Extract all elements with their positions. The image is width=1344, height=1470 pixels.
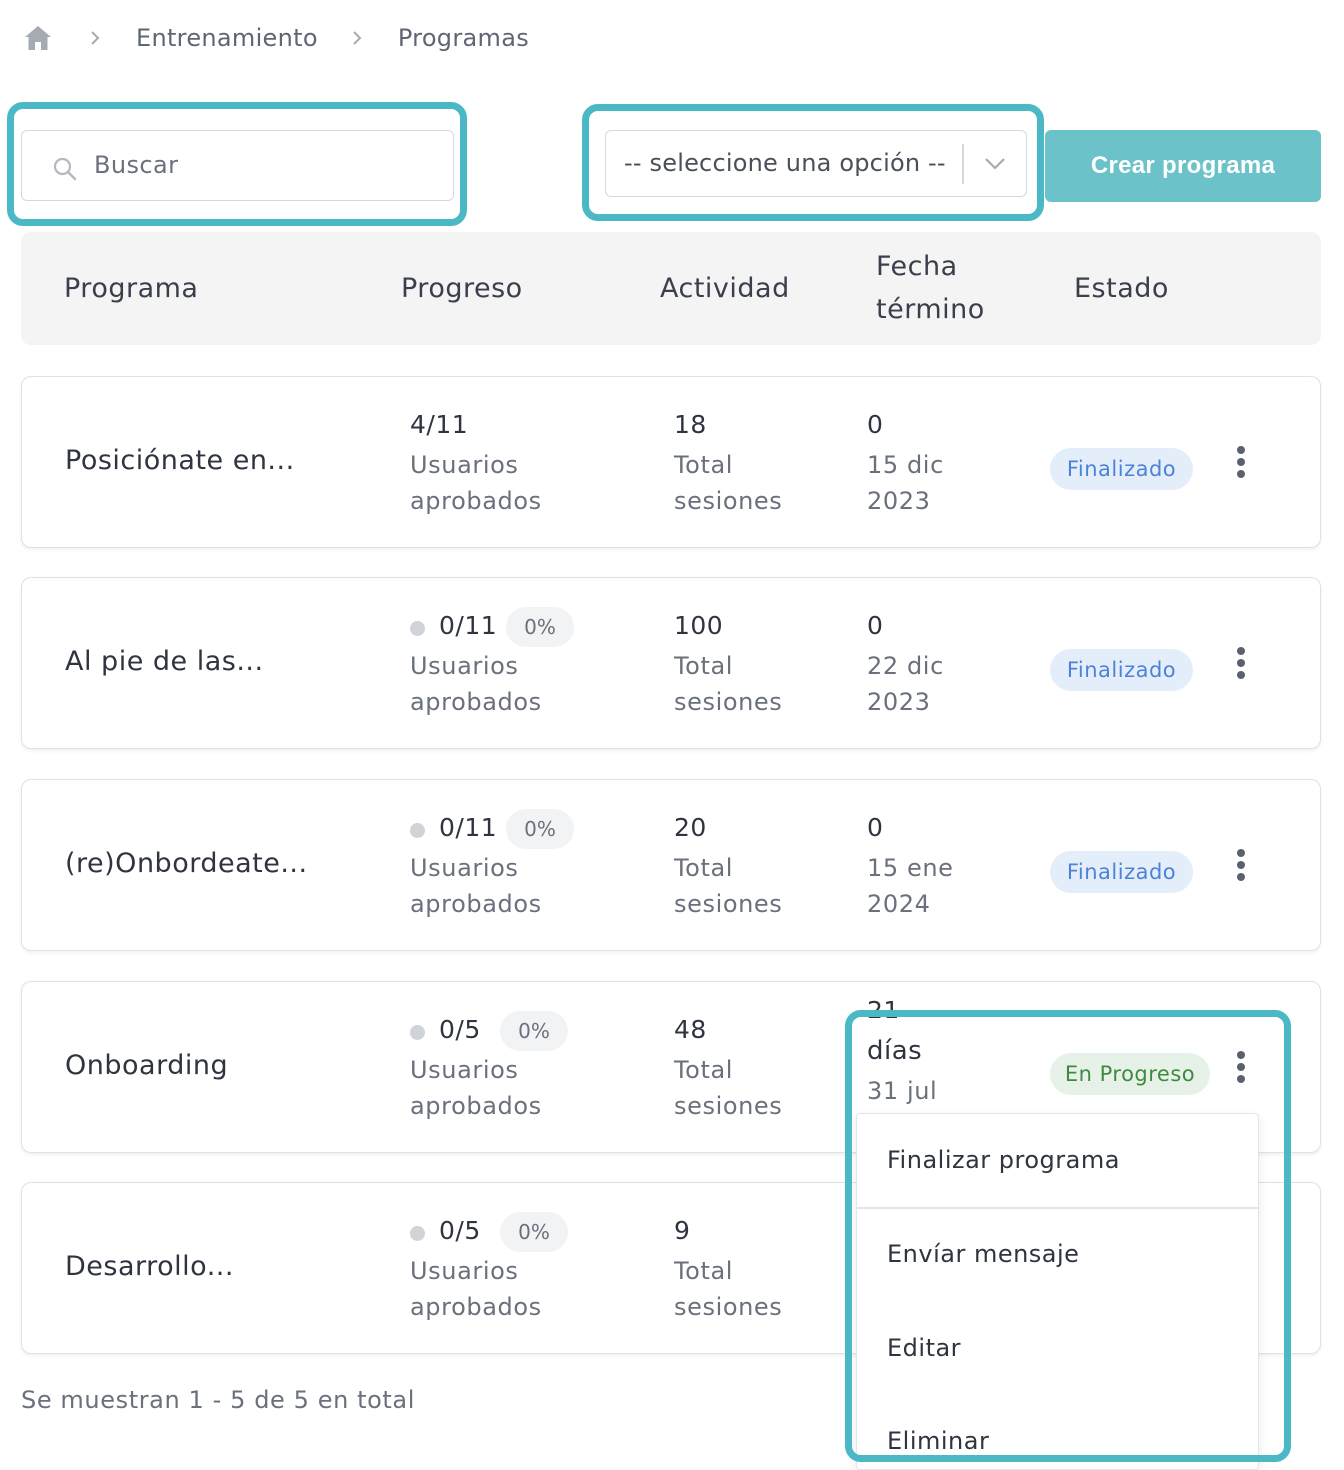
progress-label: aprobados [410,890,542,918]
progress-count: 0/5 [439,1015,481,1044]
progress-label: aprobados [410,688,542,716]
table-row[interactable]: Posiciónate en... 4/11 Usuarios aprobado… [21,376,1321,548]
table-row[interactable]: (re)Onbordeate... 0/11 0% Usuarios aprob… [21,779,1321,951]
end-date-year: 2023 [867,688,931,716]
kebab-menu-icon[interactable] [1231,1048,1251,1088]
menu-item-enviar-mensaje[interactable]: Envíar mensaje [887,1240,1079,1268]
status-badge: Finalizado [1050,448,1193,490]
program-name[interactable]: Al pie de las... [65,646,264,677]
activity-label: Total [674,451,734,479]
progress-dot [410,1226,425,1241]
create-program-button[interactable]: Crear programa [1045,130,1321,202]
program-name[interactable]: (re)Onbordeate... [65,848,308,879]
end-date-year: 2024 [867,890,931,918]
activity-label: sesiones [674,487,783,515]
breadcrumb: Entrenamiento Programas [22,18,529,58]
end-date-year: 2023 [867,487,931,515]
progress-dot [410,621,425,636]
kebab-menu-icon[interactable] [1231,644,1251,684]
menu-item-finalizar-programa[interactable]: Finalizar programa [887,1146,1120,1174]
chevron-right-icon [91,31,100,45]
progress-percent-badge: 0% [506,607,574,647]
filter-select-value: -- seleccione una opción -- [624,149,946,177]
progress-dot [410,823,425,838]
activity-label: sesiones [674,890,783,918]
end-date-days: 0 [867,410,884,439]
program-name[interactable]: Onboarding [65,1050,228,1081]
activity-label: Total [674,854,734,882]
progress-percent-badge: 0% [500,1212,568,1252]
end-date-days: 0 [867,611,884,640]
status-badge: Finalizado [1050,649,1193,691]
kebab-menu-icon[interactable] [1231,846,1251,886]
progress-label: Usuarios [410,854,519,882]
chevron-down-icon[interactable] [984,155,1006,173]
progress-label: aprobados [410,1092,542,1120]
filter-select[interactable]: -- seleccione una opción -- [605,130,1027,197]
progress-label: Usuarios [410,1257,519,1285]
progress-label: Usuarios [410,652,519,680]
activity-label: sesiones [674,1293,783,1321]
activity-count: 100 [674,611,724,640]
activity-label: sesiones [674,1092,783,1120]
activity-label: Total [674,652,734,680]
activity-count: 48 [674,1015,707,1044]
activity-label: sesiones [674,688,783,716]
progress-count: 4/11 [410,410,469,439]
end-date: 22 dic [867,652,944,680]
chevron-right-icon [353,31,362,45]
end-date: 31 jul [867,1077,938,1105]
progress-label: aprobados [410,1293,542,1321]
search-icon [53,157,77,181]
breadcrumb-item-programas: Programas [397,24,530,52]
column-header-termino: término [876,294,985,325]
table-header: Programa Progreso Actividad Fecha términ… [21,232,1321,345]
progress-dot [410,1025,425,1040]
table-row[interactable]: Al pie de las... 0/11 0% Usuarios aproba… [21,577,1321,749]
status-badge: Finalizado [1050,851,1193,893]
activity-count: 20 [674,813,707,842]
program-name[interactable]: Desarrollo... [65,1251,234,1282]
menu-item-eliminar[interactable]: Eliminar [887,1427,989,1455]
breadcrumb-item-entrenamiento[interactable]: Entrenamiento [136,24,318,52]
progress-label: Usuarios [410,451,519,479]
menu-item-editar[interactable]: Editar [887,1334,961,1362]
home-icon[interactable] [22,22,54,54]
menu-divider [857,1207,1258,1209]
progress-percent-badge: 0% [500,1011,568,1051]
activity-label: Total [674,1056,734,1084]
status-badge: En Progreso [1050,1053,1210,1095]
column-header-programa[interactable]: Programa [64,267,198,310]
end-date-days: 21 [867,996,900,1018]
search-placeholder: Buscar [94,151,179,179]
column-header-fecha[interactable]: Fecha [876,245,958,288]
activity-count: 18 [674,410,707,439]
end-date: 15 dic [867,451,944,479]
column-header-progreso[interactable]: Progreso [401,267,523,310]
end-date: 15 ene [867,854,954,882]
select-divider [962,144,964,184]
pagination-summary: Se muestran 1 - 5 de 5 en total [21,1386,416,1414]
column-header-actividad[interactable]: Actividad [660,267,790,310]
search-input[interactable]: Buscar [21,130,454,201]
activity-label: Total [674,1257,734,1285]
progress-label: Usuarios [410,1056,519,1084]
progress-label: aprobados [410,487,542,515]
end-date-days: 0 [867,813,884,842]
progress-count: 0/11 [439,611,498,640]
end-date-days-clip: 21 [867,996,927,1018]
progress-count: 0/5 [439,1216,481,1245]
activity-count: 9 [674,1216,691,1245]
end-date-unit: días [867,1036,923,1066]
column-header-estado[interactable]: Estado [1074,267,1169,310]
progress-percent-badge: 0% [506,809,574,849]
progress-count: 0/11 [439,813,498,842]
kebab-menu-icon[interactable] [1231,443,1251,483]
row-actions-menu: Finalizar programa Envíar mensaje Editar… [856,1113,1259,1470]
program-name[interactable]: Posiciónate en... [65,445,295,476]
